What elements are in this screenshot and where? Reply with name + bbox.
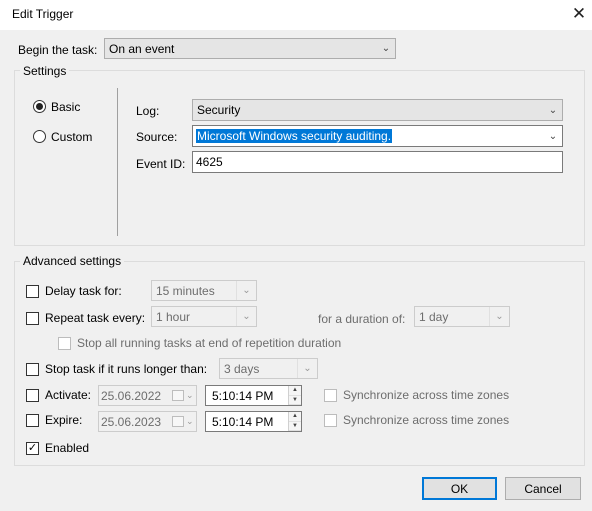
settings-group-title: Settings [20, 64, 70, 78]
activate-checkbox[interactable] [26, 389, 39, 402]
event-id-label: Event ID: [136, 157, 186, 171]
spin-down-icon[interactable]: ▼ [289, 395, 301, 405]
activate-sync-label: Synchronize across time zones [343, 388, 510, 402]
delay-label: Delay task for: [45, 284, 122, 298]
chevron-down-icon: ⌄ [236, 307, 256, 326]
activate-time-picker[interactable]: 5:10:14 PM ▲ ▼ [205, 385, 302, 406]
calendar-icon [172, 390, 184, 401]
stop-longer-checkbox[interactable] [26, 363, 39, 376]
source-label: Source: [136, 130, 178, 144]
stop-longer-value: 3 days [224, 361, 260, 376]
chevron-down-icon: ⌄ [489, 307, 509, 326]
title-bar [0, 0, 592, 30]
expire-time-value: 5:10:14 PM [212, 414, 274, 429]
expire-checkbox[interactable] [26, 414, 39, 427]
duration-label: for a duration of: [318, 312, 406, 326]
activate-sync-checkbox[interactable] [324, 389, 337, 402]
stop-longer-dropdown[interactable]: 3 days ⌄ [219, 358, 318, 379]
stop-all-checkbox[interactable] [58, 337, 71, 350]
chevron-down-icon: ⌄ [297, 359, 317, 378]
duration-dropdown[interactable]: 1 day ⌄ [414, 306, 510, 327]
activate-date-value: 25.06.2022 [101, 388, 162, 403]
chevron-down-icon: ⌄ [548, 104, 558, 116]
chevron-down-icon: ⌄ [236, 281, 256, 300]
delay-checkbox[interactable] [26, 285, 39, 298]
activate-time-value: 5:10:14 PM [212, 388, 274, 403]
advanced-settings-title: Advanced settings [20, 254, 125, 268]
spin-up-icon[interactable]: ▲ [289, 412, 301, 422]
delay-dropdown[interactable]: 15 minutes ⌄ [151, 280, 257, 301]
calendar-icon [172, 416, 184, 427]
expire-sync-label: Synchronize across time zones [343, 413, 510, 427]
log-label: Log: [136, 104, 160, 118]
chevron-down-icon: ⌄ [186, 416, 194, 426]
window-title: Edit Trigger [12, 7, 74, 21]
chevron-down-icon: ⌄ [381, 43, 391, 54]
source-value: Microsoft Windows security auditing. [196, 129, 393, 143]
spin-down-icon[interactable]: ▼ [289, 421, 301, 431]
begin-task-dropdown[interactable]: On an event ⌄ [104, 38, 396, 59]
repeat-checkbox[interactable] [26, 312, 39, 325]
chevron-down-icon: ⌄ [548, 130, 558, 142]
activate-label: Activate: [45, 388, 92, 402]
repeat-value: 1 hour [156, 309, 191, 324]
delay-value: 15 minutes [156, 283, 215, 298]
expire-sync-checkbox[interactable] [324, 414, 337, 427]
stop-all-label: Stop all running tasks at end of repetit… [77, 336, 342, 350]
enabled-label: Enabled [45, 441, 90, 455]
duration-value: 1 day [419, 309, 449, 324]
expire-label: Expire: [45, 413, 83, 427]
activate-date-picker[interactable]: 25.06.2022 ⌄ [98, 385, 197, 406]
chevron-down-icon: ⌄ [186, 390, 194, 400]
log-value: Security [197, 103, 241, 117]
cancel-button[interactable]: Cancel [505, 477, 581, 500]
radio-selected-dot [36, 103, 43, 110]
enabled-checkbox[interactable]: ✓ [26, 442, 39, 455]
checkmark-icon: ✓ [27, 442, 38, 454]
source-combobox[interactable]: Microsoft Windows security auditing. ⌄ [192, 125, 563, 147]
spin-up-icon[interactable]: ▲ [289, 386, 301, 396]
radio-custom-label: Custom [51, 130, 93, 144]
settings-divider [117, 88, 118, 236]
radio-basic[interactable] [33, 100, 46, 113]
expire-date-picker[interactable]: 25.06.2023 ⌄ [98, 411, 197, 432]
begin-task-label: Begin the task: [18, 43, 98, 57]
radio-custom[interactable] [33, 130, 46, 143]
event-id-value: 4625 [196, 155, 223, 169]
event-id-input[interactable]: 4625 [192, 151, 563, 173]
repeat-dropdown[interactable]: 1 hour ⌄ [151, 306, 257, 327]
begin-task-value: On an event [109, 41, 175, 56]
expire-time-picker[interactable]: 5:10:14 PM ▲ ▼ [205, 411, 302, 432]
stop-longer-label: Stop task if it runs longer than: [45, 362, 208, 376]
close-icon[interactable]: ✕ [566, 3, 592, 25]
radio-basic-label: Basic [51, 100, 81, 114]
log-dropdown[interactable]: Security ⌄ [192, 99, 563, 121]
ok-button[interactable]: OK [422, 477, 497, 500]
expire-date-value: 25.06.2023 [101, 414, 162, 429]
repeat-label: Repeat task every: [45, 311, 146, 325]
